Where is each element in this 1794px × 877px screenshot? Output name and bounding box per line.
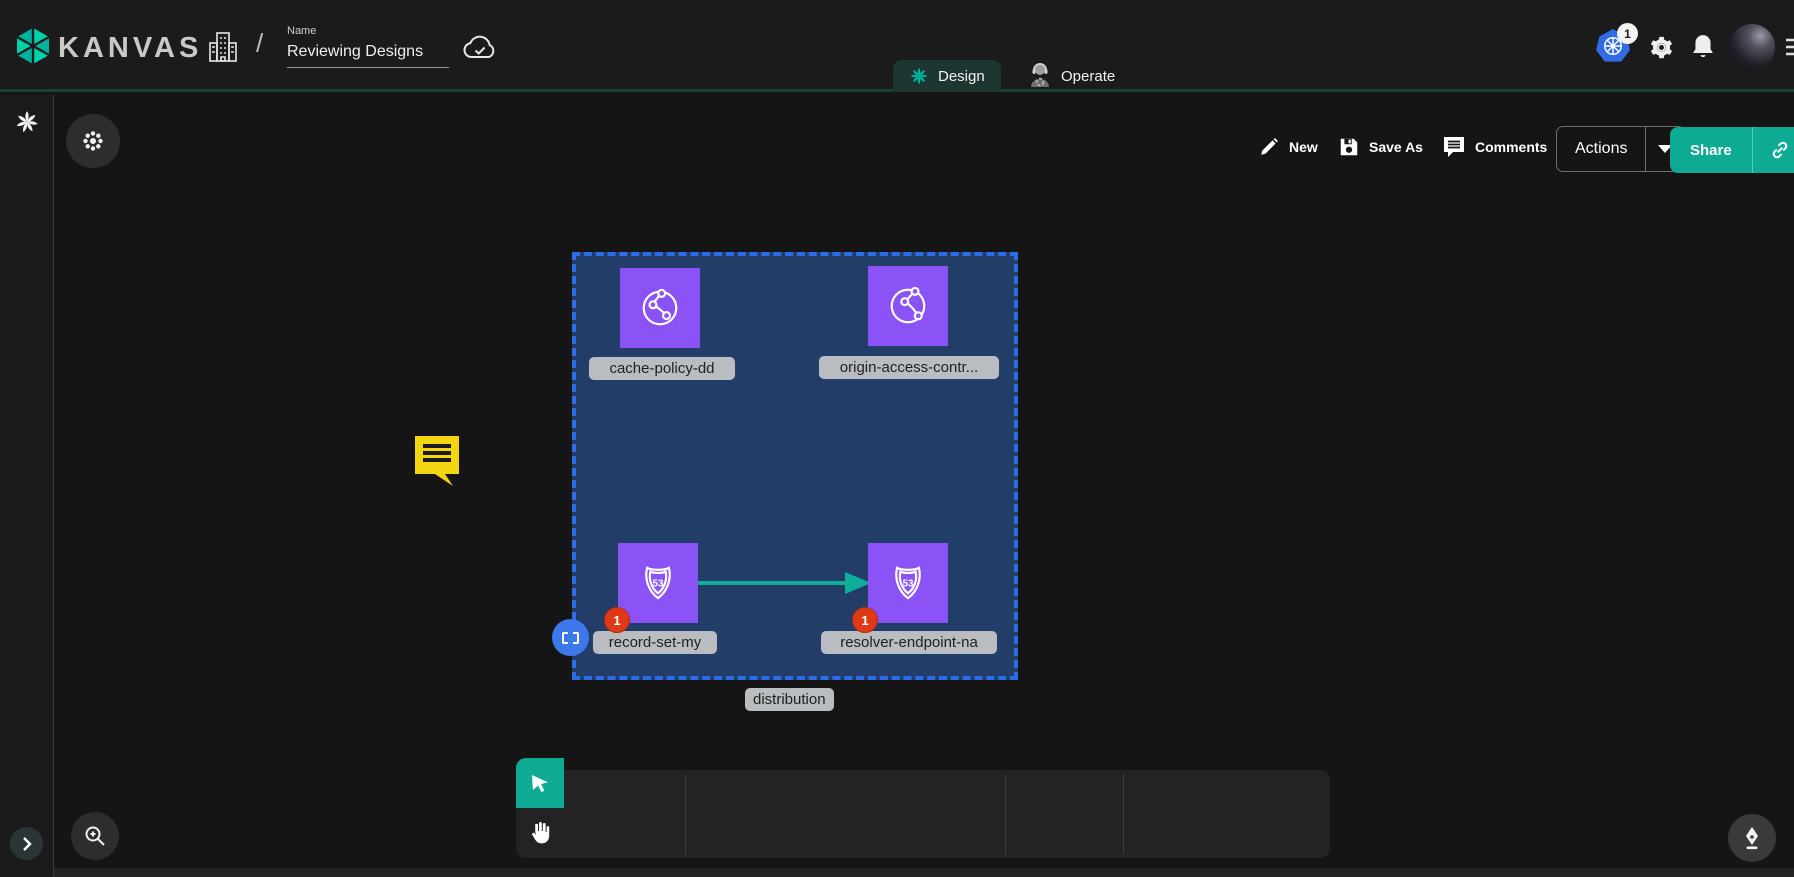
hamburger-menu-icon[interactable]	[1786, 37, 1794, 57]
copy-link-button[interactable]	[1752, 127, 1794, 173]
dock-divider	[1005, 774, 1006, 854]
sidebar-expand-button[interactable]	[10, 827, 43, 860]
cloudfront-globe-icon	[882, 280, 934, 332]
breadcrumb-slash: /	[256, 28, 263, 59]
magnifier-plus-icon	[83, 824, 107, 848]
canvas-settings-button[interactable]	[66, 114, 120, 168]
new-button[interactable]: New	[1258, 136, 1318, 158]
user-avatar[interactable]	[1729, 24, 1775, 70]
canvas-comment-marker[interactable]	[411, 432, 463, 488]
cloud-saved-icon	[461, 33, 499, 63]
cloudfront-globe-icon	[634, 282, 686, 334]
hand-icon	[528, 820, 552, 846]
kanvas-wordmark: KANVAS	[58, 32, 202, 65]
route53-shield-icon: 53	[882, 557, 934, 609]
node-label-resolver-endpoint[interactable]: resolver-endpoint-na	[821, 631, 997, 654]
kubernetes-count-badge: 1	[1617, 23, 1638, 44]
actions-split-button: Actions	[1556, 126, 1685, 172]
group-drag-handle[interactable]	[552, 619, 589, 656]
operate-tab-label: Operate	[1061, 68, 1115, 85]
node-cache-policy[interactable]	[620, 268, 700, 348]
route53-shield-icon: 53	[632, 557, 684, 609]
node-resolver-endpoint[interactable]: 53	[868, 543, 948, 623]
operate-tab-person-icon	[1028, 63, 1052, 89]
bottom-strip	[0, 868, 1794, 877]
notifications-bell-icon[interactable]	[1690, 33, 1716, 61]
new-button-label: New	[1289, 139, 1318, 155]
save-as-button[interactable]: Save As	[1338, 136, 1423, 158]
save-as-button-label: Save As	[1369, 139, 1423, 155]
design-name-label: Name	[287, 25, 316, 37]
settings-gear-icon[interactable]	[1648, 34, 1675, 61]
svg-text:53: 53	[903, 578, 914, 589]
group-icon	[562, 632, 579, 644]
actions-button[interactable]: Actions	[1557, 127, 1645, 171]
dock-divider	[1123, 774, 1124, 854]
cursor-arrow-icon	[528, 771, 552, 795]
pen-mode-button[interactable]	[1728, 814, 1776, 862]
design-tab-flower-icon	[909, 66, 929, 86]
header-bar: KANVAS / Name	[0, 0, 1794, 92]
comments-button[interactable]: Comments	[1442, 136, 1547, 158]
tab-design[interactable]: Design	[893, 60, 1001, 92]
zoom-in-button[interactable]	[71, 812, 119, 860]
kanvas-app: KANVAS / Name	[0, 0, 1794, 877]
tool-dock	[564, 770, 1330, 858]
tab-operate[interactable]: Operate	[1012, 60, 1131, 92]
node-label-cache-policy[interactable]: cache-policy-dd	[589, 357, 735, 380]
left-sidebar	[0, 95, 54, 877]
design-name-input[interactable]	[287, 41, 449, 68]
node-record-set-badge[interactable]: 1	[604, 607, 630, 633]
tool-select[interactable]	[516, 758, 564, 808]
dock-divider	[685, 774, 686, 854]
group-label-distribution[interactable]: distribution	[745, 688, 834, 711]
organization-icon[interactable]	[207, 30, 239, 64]
edge-record-set-to-resolver[interactable]	[695, 568, 875, 598]
node-origin-access-control[interactable]	[868, 266, 948, 346]
comments-button-label: Comments	[1475, 139, 1547, 155]
share-button[interactable]: Share	[1670, 127, 1752, 173]
node-label-origin-access-control[interactable]: origin-access-contr...	[819, 356, 999, 379]
meshery-flower-icon[interactable]	[14, 109, 40, 135]
comments-icon	[1442, 136, 1466, 158]
node-record-set[interactable]: 53	[618, 543, 698, 623]
node-resolver-endpoint-badge[interactable]: 1	[852, 607, 878, 633]
node-label-record-set[interactable]: record-set-my	[593, 631, 717, 654]
save-floppy-icon	[1338, 136, 1360, 158]
share-split-button: Share	[1670, 127, 1794, 173]
kanvas-logo-icon[interactable]	[13, 26, 53, 66]
tool-pan[interactable]	[516, 808, 564, 858]
new-pencil-icon	[1258, 136, 1280, 158]
svg-text:53: 53	[653, 578, 664, 589]
link-icon	[1769, 139, 1791, 161]
design-tab-label: Design	[938, 68, 985, 85]
pen-nib-icon	[1741, 826, 1763, 850]
